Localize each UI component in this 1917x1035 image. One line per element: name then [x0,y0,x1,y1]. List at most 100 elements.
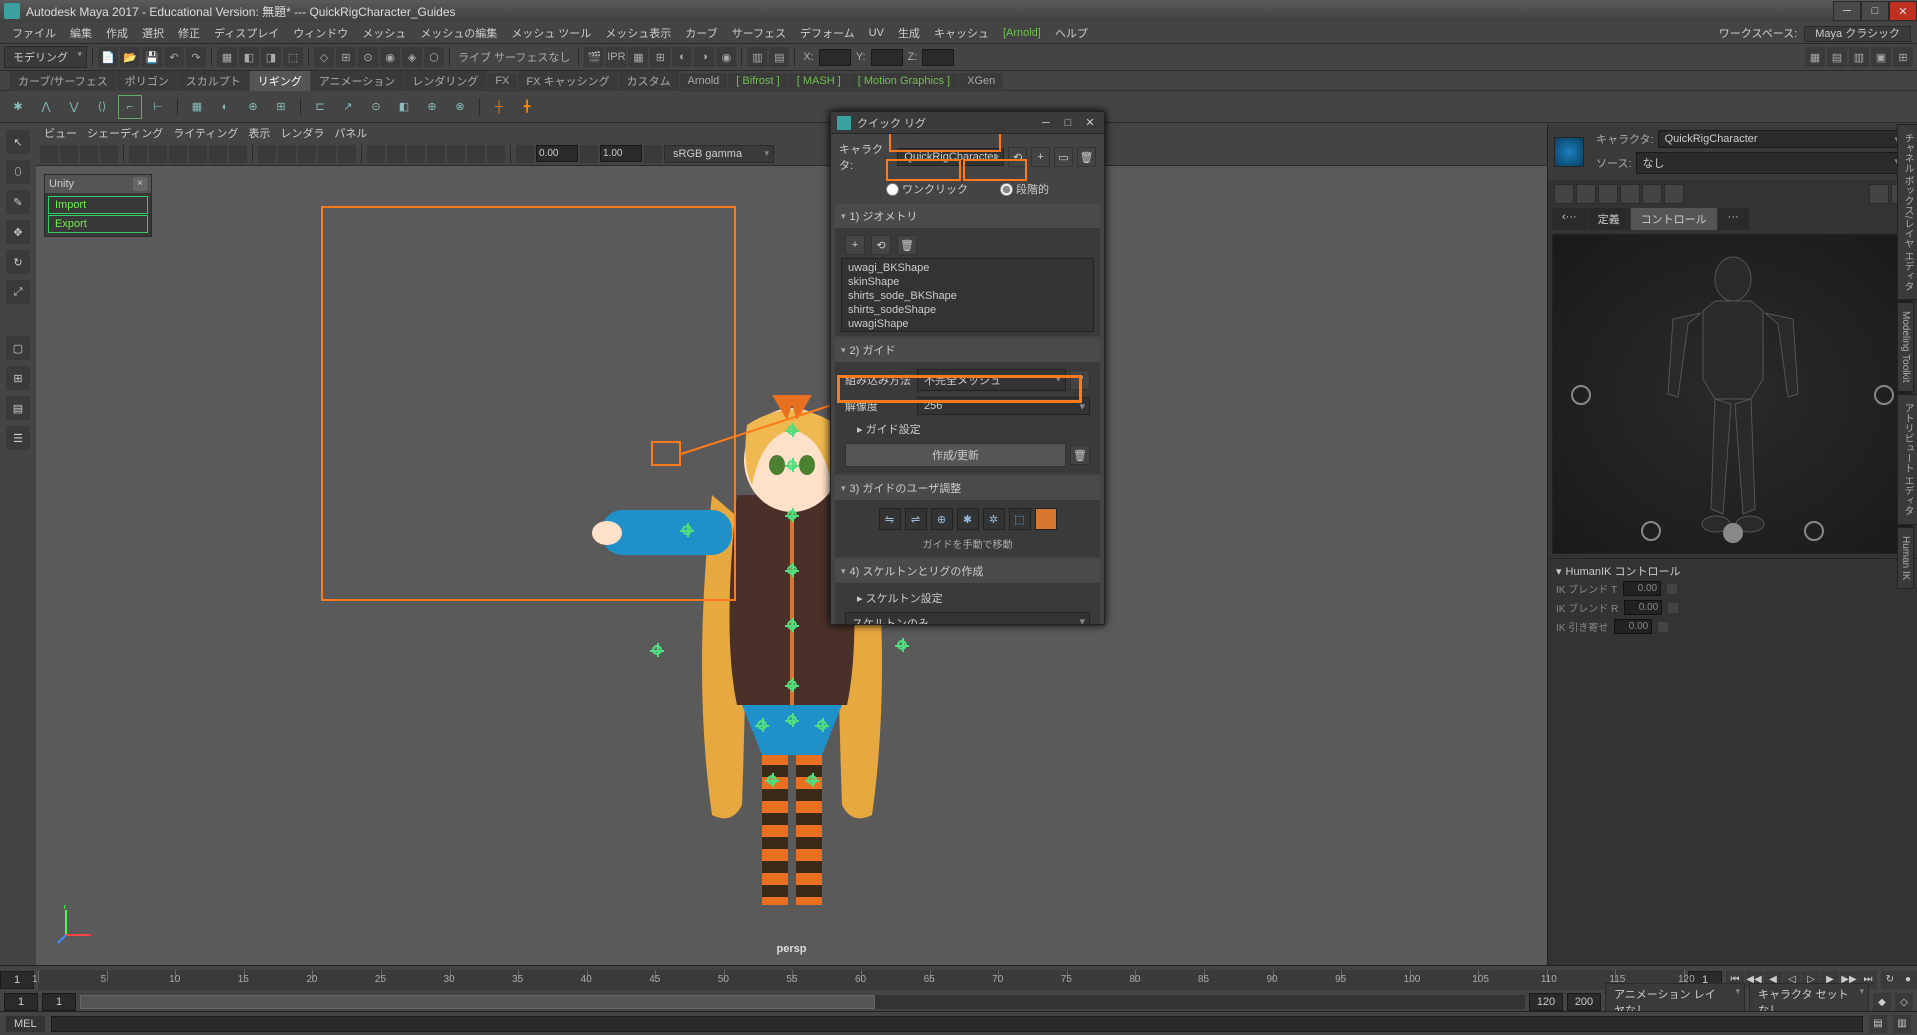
constraint-icon[interactable]: ⊗ [448,95,472,119]
new-button[interactable]: 📄 [98,47,118,67]
vp-icon[interactable] [516,145,534,163]
shelf-tab[interactable]: アニメーション [311,71,404,91]
shelf-tab[interactable]: レンダリング [404,71,486,91]
undo-button[interactable]: ↶ [164,47,184,67]
shelf-tab[interactable]: ポリゴン [117,71,177,91]
shelf-tab[interactable]: カーブ/サーフェス [10,71,116,91]
shelf-tab[interactable]: FX キャッシング [518,71,617,91]
maximize-button[interactable]: □ [1861,1,1889,21]
color-swatch[interactable] [1035,508,1057,530]
mirror-icon[interactable]: ⇋ [879,508,901,530]
list-item[interactable]: shirts_sode_BKShape [844,289,1091,303]
key-icon[interactable] [1658,622,1668,632]
snap-icon[interactable]: ⊞ [336,47,356,67]
vp-icon[interactable] [169,145,187,163]
maximize-button[interactable]: □ [1060,116,1076,130]
shelf-tab[interactable]: FX [487,73,517,89]
ik-icon[interactable]: ⊢ [146,95,170,119]
key-icon[interactable]: ◇ [1895,993,1913,1011]
section-user-adjust[interactable]: 3) ガイドのユーザ調整 [835,476,1100,500]
ik-tool-icon[interactable] [1642,184,1662,204]
dock-tab[interactable]: アトリビュート エディタ [1897,394,1917,525]
snap-icon[interactable]: ◇ [314,47,334,67]
vp-icon[interactable] [229,145,247,163]
stepbystep-radio[interactable]: 段階的 [994,179,1055,199]
deform-icon[interactable]: ┼ [487,95,511,119]
gamma-input[interactable] [536,145,578,162]
minimize-button[interactable]: ─ [1833,1,1861,21]
render-icon[interactable]: ◐ [672,47,692,67]
range-handle[interactable] [80,995,875,1009]
vp-menu[interactable]: ライティング [173,125,238,141]
section-guides[interactable]: 2) ガイド [835,338,1100,362]
ik-tool-icon[interactable] [1869,184,1889,204]
vp-icon[interactable] [338,145,356,163]
vp-icon[interactable] [407,145,425,163]
shelf-tab[interactable]: [ Motion Graphics ] [850,73,958,89]
source-dropdown[interactable]: なし [1636,152,1905,174]
rotate-tool[interactable]: ↻ [6,250,30,274]
char-dropdown[interactable]: QuickRigCharacter [1658,130,1905,148]
ik-tool-icon[interactable] [1554,184,1574,204]
skin-icon[interactable]: ◐ [213,95,237,119]
autokey-icon[interactable]: ● [1899,971,1917,989]
minimize-button[interactable]: ─ [1038,116,1054,130]
vp-icon[interactable] [644,145,662,163]
tab-spacer[interactable]: ··· [1718,208,1749,230]
save-button[interactable]: 💾 [142,47,162,67]
panel-icon[interactable]: ▤ [769,47,789,67]
vp-icon[interactable] [40,145,58,163]
menu-help[interactable]: ヘルプ [1049,23,1094,43]
pose-icon[interactable]: ✲ [983,508,1005,530]
vp-icon[interactable] [487,145,505,163]
shelf-tab[interactable]: [ Bifrost ] [728,73,787,89]
vp-icon[interactable] [80,145,98,163]
menu-item[interactable]: サーフェス [726,23,792,43]
script-editor-icon[interactable]: ▤ [1869,1015,1887,1033]
render-icon[interactable]: ⊞ [650,47,670,67]
skeleton-dropdown[interactable]: スケルトンのみ [845,612,1090,624]
help-line-icon[interactable]: ▥ [1893,1015,1911,1033]
shelf-tab[interactable]: スカルプト [178,71,249,91]
list-item[interactable]: uwagiShape [844,317,1091,331]
shelf-tab[interactable]: Arnold [680,73,728,89]
rename-icon[interactable]: ▭ [1054,147,1073,167]
render-icon[interactable]: 🎬 [584,47,604,67]
show-icon[interactable]: ⬚ [1009,508,1031,530]
menu-item[interactable]: メッシュの編集 [414,23,503,43]
list-item[interactable]: skinShape [844,275,1091,289]
tab-spacer[interactable]: ‹··· [1552,208,1587,230]
vp-icon[interactable] [209,145,227,163]
y-input[interactable] [871,49,903,66]
ik-tool-icon[interactable] [1576,184,1596,204]
geometry-list[interactable]: uwagi_BKShape skinShape shirts_sode_BKSh… [841,258,1094,332]
refresh-icon[interactable]: ⟲ [871,235,891,255]
deform-icon[interactable]: ╋ [515,95,539,119]
ik-tool-icon[interactable] [1598,184,1618,204]
vp-icon[interactable] [467,145,485,163]
layout-four-icon[interactable]: ⊞ [6,366,30,390]
close-button[interactable]: ✕ [1082,116,1098,130]
command-input[interactable] [51,1016,1863,1032]
vp-icon[interactable] [258,145,276,163]
move-tool[interactable]: ✥ [6,220,30,244]
shelf-tab[interactable]: カスタム [619,71,679,91]
vp-icon[interactable] [189,145,207,163]
sel-mode-icon[interactable]: ◨ [261,47,281,67]
dock-tab[interactable]: チャネル ボックス/レイヤ エディタ [1897,124,1917,300]
section-header[interactable]: ▾ HumanIK コントロール [1556,563,1909,579]
layout-icon[interactable]: ▥ [1849,47,1869,67]
section-geometry[interactable]: 1) ジオメトリ [835,204,1100,228]
menu-item[interactable]: メッシュ表示 [599,23,677,43]
dock-tab[interactable]: Modeling Toolkit [1897,302,1914,392]
body-control-view[interactable] [1552,234,1913,554]
range-playend[interactable]: 120 [1529,993,1563,1011]
snap-icon[interactable]: ◉ [380,47,400,67]
ik-tool-icon[interactable] [1664,184,1684,204]
constraint-icon[interactable]: ⊙ [364,95,388,119]
vp-icon[interactable] [427,145,445,163]
trash-icon[interactable]: 🗑 [1077,147,1096,167]
paint-tool[interactable]: ✎ [6,190,30,214]
workspace-dropdown[interactable]: Maya クラシック [1804,26,1911,42]
layout-icon[interactable]: ▤ [1827,47,1847,67]
